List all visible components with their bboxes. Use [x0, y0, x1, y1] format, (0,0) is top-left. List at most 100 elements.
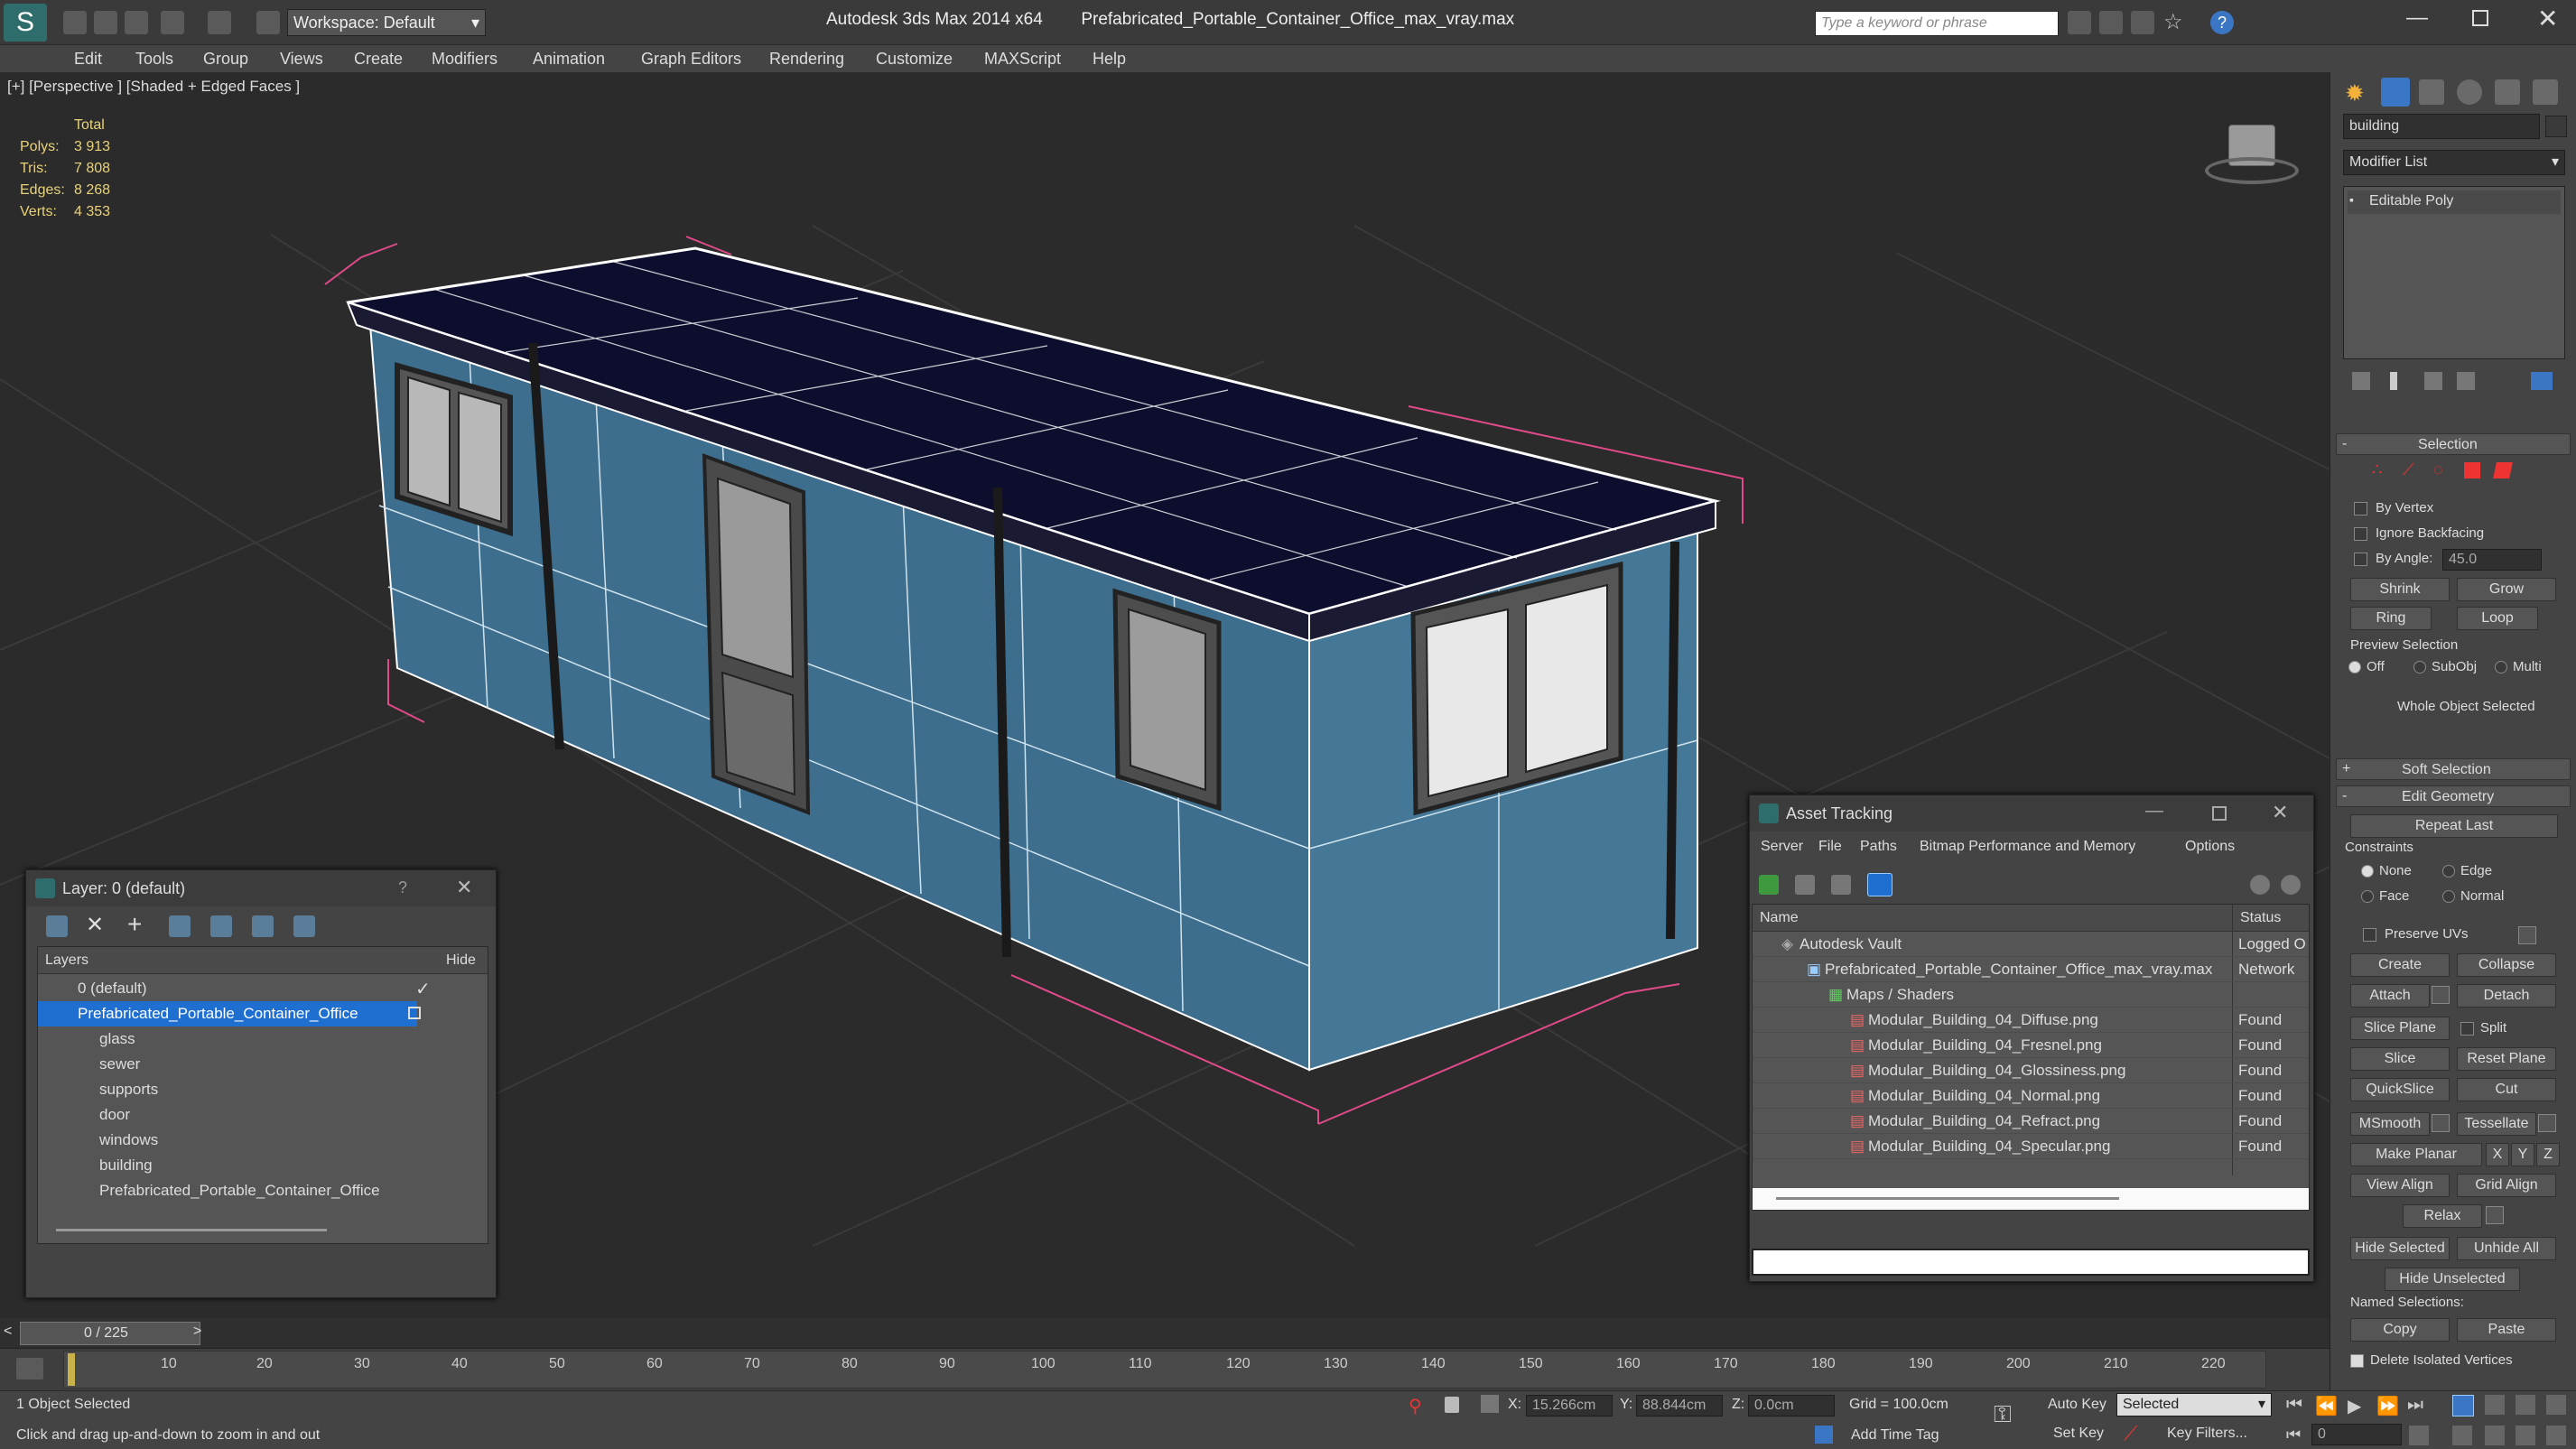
undo-icon[interactable] [161, 11, 184, 34]
asset-menu-bitmap[interactable]: Bitmap Performance and Memory [1920, 839, 2135, 855]
object-row-sewer[interactable]: sewer [38, 1052, 488, 1077]
cut-button[interactable]: Cut [2457, 1078, 2556, 1101]
z-coordinate-field[interactable]: 0.0cm [1748, 1395, 1835, 1416]
hide-selected-button[interactable]: Hide Selected [2350, 1237, 2450, 1260]
slice-plane-button[interactable]: Slice Plane [2350, 1017, 2450, 1040]
object-row-container-office[interactable]: Prefabricated_Portable_Container_Office [38, 1178, 488, 1203]
auto-key-button[interactable]: Auto Key [2048, 1397, 2106, 1413]
modifier-list-dropdown[interactable]: Modifier List ▾ [2343, 150, 2565, 175]
layer-horizontal-scrollbar[interactable] [56, 1229, 327, 1231]
menu-customize[interactable]: Customize [876, 45, 953, 72]
ignore-backfacing-checkbox[interactable] [2354, 527, 2367, 541]
minimize-button[interactable]: — [2406, 5, 2433, 31]
key-filters-button[interactable]: Key Filters... [2167, 1426, 2247, 1442]
object-color-swatch[interactable] [2545, 116, 2567, 137]
menu-maxscript[interactable]: MAXScript [984, 45, 1061, 72]
make-planar-y-button[interactable]: Y [2511, 1143, 2534, 1166]
make-planar-x-button[interactable]: X [2486, 1143, 2509, 1166]
modifier-stack[interactable]: ▪ Editable Poly [2343, 186, 2565, 359]
viewport-label[interactable]: [+] [Perspective ] [Shaded + Edged Faces… [7, 78, 300, 96]
quickslice-button[interactable]: QuickSlice [2350, 1078, 2450, 1101]
maximize-button[interactable] [2472, 10, 2488, 26]
time-slider-thumb[interactable]: 0 / 225 [20, 1322, 200, 1345]
asset-row-max-file[interactable]: ▣ Prefabricated_Portable_Container_Offic… [1753, 957, 2309, 982]
selected-dropdown[interactable]: Selected ▾ [2116, 1393, 2272, 1416]
time-slider-next-arrow-icon[interactable]: > [193, 1324, 201, 1340]
constraint-edge-radio[interactable] [2442, 865, 2455, 878]
close-window-button[interactable]: ✕ [2537, 4, 2558, 33]
asset-close-button[interactable]: ✕ [2272, 801, 2288, 824]
delete-isolated-checkbox[interactable] [2350, 1354, 2364, 1368]
layer-row-container-office[interactable]: Prefabricated_Portable_Container_Office [38, 1001, 417, 1026]
menu-help[interactable]: Help [1093, 45, 1126, 72]
layer-manager-window[interactable]: Layer: 0 (default) ? ✕ ✕ + Layers Hide 0… [25, 869, 497, 1298]
soft-selection-rollout-header[interactable]: + Soft Selection [2336, 758, 2571, 780]
current-frame-field[interactable]: 0 [2311, 1424, 2402, 1445]
layer-row-default[interactable]: 0 (default) ✓ [38, 976, 488, 1001]
attach-button[interactable]: Attach [2350, 984, 2430, 1008]
select-objects-icon[interactable] [169, 915, 191, 937]
workspace-dropdown[interactable]: Workspace: Default ▾ [287, 9, 486, 36]
copy-button[interactable]: Copy [2350, 1318, 2450, 1342]
open-file-icon[interactable] [94, 11, 117, 34]
selection-rollout-header[interactable]: - Selection [2336, 433, 2571, 455]
tessellate-button[interactable]: Tessellate [2457, 1112, 2536, 1136]
asset-row-specular[interactable]: ▤ Modular_Building_04_Specular.png Found [1753, 1134, 2309, 1159]
preview-off-radio[interactable] [2348, 661, 2361, 673]
zoom-all-icon[interactable] [2485, 1395, 2505, 1415]
asset-row-diffuse[interactable]: ▤ Modular_Building_04_Diffuse.png Found [1753, 1008, 2309, 1033]
preserve-uvs-checkbox[interactable] [2363, 928, 2376, 942]
unhide-all-button[interactable]: Unhide All [2457, 1237, 2556, 1260]
reset-plane-button[interactable]: Reset Plane [2457, 1047, 2556, 1071]
set-current-box[interactable] [408, 1007, 421, 1019]
make-planar-z-button[interactable]: Z [2536, 1143, 2560, 1166]
msmooth-settings-icon[interactable] [2432, 1114, 2450, 1132]
attach-settings-icon[interactable] [2432, 986, 2450, 1004]
grow-button[interactable]: Grow [2457, 578, 2556, 601]
remove-modifier-icon[interactable] [2457, 372, 2475, 390]
detach-button[interactable]: Detach [2457, 984, 2556, 1008]
layer-window-titlebar[interactable]: Layer: 0 (default) ? ✕ [26, 870, 496, 906]
make-planar-button[interactable]: Make Planar [2350, 1143, 2482, 1166]
expand-toggle-icon[interactable]: ▪ [2349, 192, 2354, 207]
shrink-button[interactable]: Shrink [2350, 578, 2450, 601]
layer-close-button[interactable]: ✕ [456, 876, 472, 899]
freeze-all-icon[interactable] [293, 915, 315, 937]
time-slider[interactable]: < 0 / 225 > [0, 1318, 2330, 1349]
menu-animation[interactable]: Animation [533, 45, 605, 72]
constraint-none-radio[interactable] [2361, 865, 2374, 878]
hide-unselected-button[interactable]: Hide Unselected [2385, 1268, 2520, 1291]
menu-modifiers[interactable]: Modifiers [432, 45, 498, 72]
refresh-icon[interactable] [1759, 875, 1779, 895]
preview-multi-radio[interactable] [2495, 661, 2507, 673]
show-end-result-icon[interactable] [2390, 372, 2397, 390]
stack-item-editable-poly[interactable]: ▪ Editable Poly [2348, 190, 2561, 214]
zoom-extents-icon[interactable] [2516, 1395, 2535, 1415]
asset-row-glossiness[interactable]: ▤ Modular_Building_04_Glossiness.png Fou… [1753, 1058, 2309, 1083]
constraint-face-radio[interactable] [2361, 890, 2374, 903]
subscription-icon[interactable] [2099, 11, 2123, 34]
configure-sets-icon[interactable] [2531, 372, 2553, 390]
col-layers[interactable]: Layers [45, 952, 88, 969]
orbit-icon[interactable] [2516, 1426, 2535, 1445]
new-file-icon[interactable] [63, 11, 87, 34]
display-tab-icon[interactable] [2495, 79, 2520, 105]
maximize-viewport-icon[interactable] [2546, 1426, 2566, 1445]
object-row-supports[interactable]: supports [38, 1077, 488, 1102]
asset-maximize-button[interactable] [2212, 806, 2227, 821]
add-to-layer-icon[interactable]: + [127, 910, 142, 939]
tessellate-settings-icon[interactable] [2538, 1114, 2556, 1132]
set-key-button[interactable]: Set Key [2053, 1426, 2104, 1442]
by-angle-checkbox[interactable] [2354, 553, 2367, 566]
vertex-mode-icon[interactable]: ∴ [2372, 460, 2390, 478]
search-input[interactable]: Type a keyword or phrase [1815, 11, 2059, 36]
asset-menu-server[interactable]: Server [1761, 839, 1803, 855]
hierarchy-tab-icon[interactable] [2419, 79, 2444, 105]
edit-geometry-rollout-header[interactable]: - Edit Geometry [2336, 785, 2571, 807]
binoculars-icon[interactable] [2068, 11, 2091, 34]
col-name[interactable]: Name [1760, 910, 1799, 926]
preview-subobj-radio[interactable] [2413, 661, 2426, 673]
asset-minimize-button[interactable]: — [2145, 801, 2163, 822]
asset-menu-paths[interactable]: Paths [1860, 839, 1897, 855]
msmooth-button[interactable]: MSmooth [2350, 1112, 2430, 1136]
